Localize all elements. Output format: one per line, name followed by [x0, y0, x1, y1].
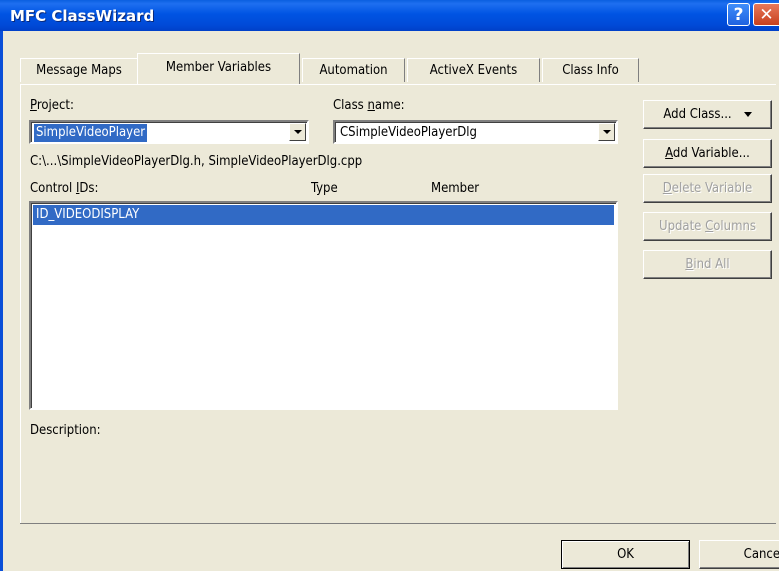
add-class-button[interactable]: Add Class...: [643, 100, 772, 129]
control-ids-list[interactable]: ID_VIDEODISPLAY: [29, 201, 618, 410]
control-ids-header[interactable]: Control IDs:: [30, 181, 98, 196]
tab-label: Message Maps: [36, 63, 122, 78]
type-header[interactable]: Type: [311, 181, 338, 196]
tab-label: Automation: [319, 63, 388, 78]
classname-combo[interactable]: CSimpleVideoPlayerDlg: [333, 120, 618, 144]
description-label: Description:: [30, 423, 101, 438]
project-label: Project:: [30, 98, 74, 113]
help-button[interactable]: ?: [727, 3, 750, 26]
chevron-down-icon[interactable]: [598, 123, 615, 141]
window-frame-left: [0, 31, 3, 571]
classname-value: CSimpleVideoPlayerDlg: [340, 125, 477, 140]
chevron-down-icon[interactable]: [289, 123, 306, 141]
tab-activex-events[interactable]: ActiveX Events: [407, 58, 540, 82]
delete-variable-button[interactable]: Delete Variable: [643, 174, 772, 203]
classwizard-dialog: MFC ClassWizard ? ✕ Message Maps Member …: [0, 0, 779, 571]
tab-label: Member Variables: [165, 60, 272, 75]
member-header[interactable]: Member: [431, 181, 479, 196]
project-combo[interactable]: SimpleVideoPlayer: [29, 120, 309, 144]
chevron-down-icon: [743, 112, 752, 117]
list-item[interactable]: ID_VIDEODISPLAY: [33, 205, 614, 225]
cancel-button[interactable]: Cancel: [699, 540, 779, 569]
file-path: C:\...\SimpleVideoPlayerDlg.h, SimpleVid…: [30, 154, 363, 169]
tab-class-info[interactable]: Class Info: [542, 58, 639, 82]
window-title: MFC ClassWizard: [10, 7, 155, 25]
project-value: SimpleVideoPlayer: [32, 123, 149, 143]
tab-label: Class Info: [562, 63, 619, 78]
close-button[interactable]: ✕: [753, 3, 779, 26]
tab-automation[interactable]: Automation: [302, 58, 405, 82]
update-columns-button[interactable]: Update Columns: [643, 212, 772, 241]
add-class-label: Add Class...: [663, 107, 732, 122]
add-variable-button[interactable]: Add Variable...: [643, 139, 772, 168]
panel-divider: [20, 523, 776, 524]
ok-button[interactable]: OK: [561, 540, 690, 569]
bind-all-button[interactable]: Bind All: [643, 250, 772, 279]
tab-label: ActiveX Events: [429, 63, 518, 78]
tab-message-maps[interactable]: Message Maps: [20, 58, 138, 82]
question-mark-icon: ?: [733, 5, 744, 25]
close-icon: ✕: [759, 5, 774, 25]
classname-label: Class name:: [333, 98, 405, 113]
tab-member-variables[interactable]: Member Variables: [137, 53, 300, 84]
title-bar[interactable]: MFC ClassWizard ? ✕: [0, 0, 779, 31]
